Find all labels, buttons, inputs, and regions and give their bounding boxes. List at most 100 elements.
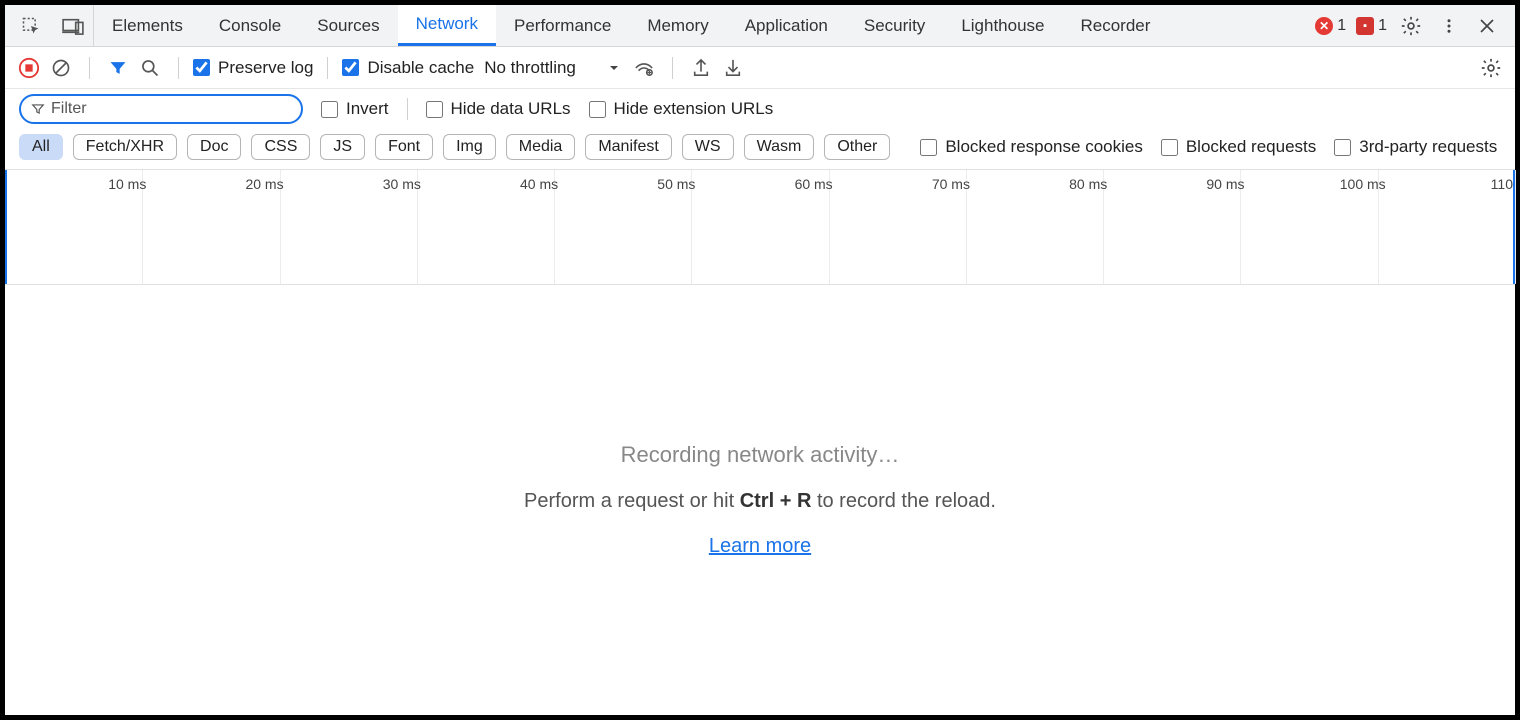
- invert-input[interactable]: [321, 101, 338, 118]
- type-filter-fetch-xhr[interactable]: Fetch/XHR: [73, 134, 177, 160]
- hide-ext-urls-input[interactable]: [589, 101, 606, 118]
- type-filter-all[interactable]: All: [19, 134, 63, 160]
- preserve-log-label: Preserve log: [218, 58, 313, 78]
- type-filter-other[interactable]: Other: [824, 134, 890, 160]
- hide-data-urls-label: Hide data URLs: [451, 99, 571, 119]
- tabbar-trailing: ✕ 1 ▪ 1: [1315, 5, 1515, 46]
- kebab-menu-icon[interactable]: [1435, 12, 1463, 40]
- tab-memory[interactable]: Memory: [629, 5, 726, 46]
- tab-recorder[interactable]: Recorder: [1063, 5, 1169, 46]
- empty-state: Recording network activity… Perform a re…: [5, 285, 1515, 715]
- throttling-select[interactable]: No throttling: [478, 58, 626, 78]
- inspect-element-icon[interactable]: [17, 12, 45, 40]
- blocked-requests-input[interactable]: [1161, 139, 1178, 156]
- timeline-tick-label: 20 ms: [245, 176, 283, 192]
- timeline-tick-label: 80 ms: [1069, 176, 1107, 192]
- empty-hint: Perform a request or hit Ctrl + R to rec…: [524, 490, 996, 513]
- error-icon: ✕: [1315, 17, 1333, 35]
- filter-toggle-icon[interactable]: [104, 54, 132, 82]
- tab-sources[interactable]: Sources: [299, 5, 397, 46]
- blocked-cookies-label: Blocked response cookies: [945, 137, 1143, 157]
- tab-security[interactable]: Security: [846, 5, 943, 46]
- hint-shortcut: Ctrl + R: [740, 490, 812, 512]
- funnel-icon: [31, 102, 45, 116]
- record-button[interactable]: [15, 54, 43, 82]
- type-filter-css[interactable]: CSS: [251, 134, 310, 160]
- timeline-tick-label: 110: [1491, 176, 1513, 192]
- tabbar-leading: [5, 5, 94, 46]
- errors-badge[interactable]: ✕ 1: [1315, 17, 1346, 35]
- invert-checkbox[interactable]: Invert: [321, 99, 389, 119]
- filter-input[interactable]: [51, 100, 291, 118]
- third-party-label: 3rd-party requests: [1359, 137, 1497, 157]
- separator: [327, 57, 328, 79]
- device-toolbar-icon[interactable]: [59, 12, 87, 40]
- hide-data-urls-checkbox[interactable]: Hide data URLs: [426, 99, 571, 119]
- network-settings-icon[interactable]: [1477, 54, 1505, 82]
- issues-badge[interactable]: ▪ 1: [1356, 17, 1387, 35]
- separator: [672, 57, 673, 79]
- preserve-log-checkbox[interactable]: Preserve log: [193, 58, 313, 78]
- third-party-checkbox[interactable]: 3rd-party requests: [1334, 137, 1497, 157]
- timeline-tick-label: 90 ms: [1206, 176, 1244, 192]
- network-toolbar: Preserve log Disable cache No throttling: [5, 47, 1515, 89]
- tab-console[interactable]: Console: [201, 5, 299, 46]
- devtools-window: ElementsConsoleSourcesNetworkPerformance…: [5, 5, 1515, 715]
- timeline-tick-label: 30 ms: [383, 176, 421, 192]
- invert-label: Invert: [346, 99, 389, 119]
- disable-cache-input[interactable]: [342, 59, 359, 76]
- close-icon[interactable]: [1473, 12, 1501, 40]
- tab-lighthouse[interactable]: Lighthouse: [943, 5, 1062, 46]
- disable-cache-checkbox[interactable]: Disable cache: [342, 58, 474, 78]
- hide-ext-urls-label: Hide extension URLs: [614, 99, 774, 119]
- tabs-container: ElementsConsoleSourcesNetworkPerformance…: [94, 5, 1168, 46]
- preserve-log-input[interactable]: [193, 59, 210, 76]
- throttling-label: No throttling: [484, 58, 576, 78]
- blocked-requests-checkbox[interactable]: Blocked requests: [1161, 137, 1316, 157]
- learn-more-link[interactable]: Learn more: [709, 535, 811, 558]
- hint-prefix: Perform a request or hit: [524, 490, 740, 512]
- hide-ext-urls-checkbox[interactable]: Hide extension URLs: [589, 99, 774, 119]
- hide-data-urls-input[interactable]: [426, 101, 443, 118]
- tab-performance[interactable]: Performance: [496, 5, 629, 46]
- type-filter-wasm[interactable]: Wasm: [744, 134, 815, 160]
- type-filter-ws[interactable]: WS: [682, 134, 734, 160]
- timeline-tick-label: 60 ms: [795, 176, 833, 192]
- timeline-tick-label: 50 ms: [657, 176, 695, 192]
- network-conditions-icon[interactable]: [630, 54, 658, 82]
- type-filter-font[interactable]: Font: [375, 134, 433, 160]
- issues-count: 1: [1378, 17, 1387, 35]
- tab-application[interactable]: Application: [727, 5, 846, 46]
- timeline-tick-label: 100 ms: [1340, 176, 1386, 192]
- blocked-cookies-checkbox[interactable]: Blocked response cookies: [920, 137, 1143, 157]
- timeline-overview[interactable]: 10 ms20 ms30 ms40 ms50 ms60 ms70 ms80 ms…: [5, 169, 1515, 285]
- settings-icon[interactable]: [1397, 12, 1425, 40]
- disable-cache-label: Disable cache: [367, 58, 474, 78]
- timeline-tick-label: 70 ms: [932, 176, 970, 192]
- type-filter-media[interactable]: Media: [506, 134, 576, 160]
- search-icon[interactable]: [136, 54, 164, 82]
- tab-network[interactable]: Network: [398, 5, 496, 46]
- timeline-tick: [1515, 170, 1516, 284]
- filter-input-wrap[interactable]: [19, 94, 303, 124]
- clear-button[interactable]: [47, 54, 75, 82]
- type-filters-row: All Fetch/XHR Doc CSS JS Font Img Media Manifest…: [5, 129, 1515, 169]
- import-har-icon[interactable]: [719, 54, 747, 82]
- blocked-cookies-input[interactable]: [920, 139, 937, 156]
- tab-elements[interactable]: Elements: [94, 5, 201, 46]
- type-filter-manifest[interactable]: Manifest: [585, 134, 671, 160]
- timeline-tick-label: 40 ms: [520, 176, 558, 192]
- separator: [407, 98, 408, 120]
- errors-count: 1: [1337, 17, 1346, 35]
- chevron-down-icon: [608, 62, 620, 74]
- separator: [89, 57, 90, 79]
- third-party-input[interactable]: [1334, 139, 1351, 156]
- type-filter-js[interactable]: JS: [320, 134, 365, 160]
- pills-container: All Fetch/XHR Doc CSS JS Font Img Media Manifest…: [19, 134, 890, 160]
- issue-icon: ▪: [1356, 17, 1374, 35]
- type-filter-doc[interactable]: Doc: [187, 134, 241, 160]
- type-filter-img[interactable]: Img: [443, 134, 496, 160]
- timeline-handle-left[interactable]: [5, 170, 7, 284]
- export-har-icon[interactable]: [687, 54, 715, 82]
- separator: [178, 57, 179, 79]
